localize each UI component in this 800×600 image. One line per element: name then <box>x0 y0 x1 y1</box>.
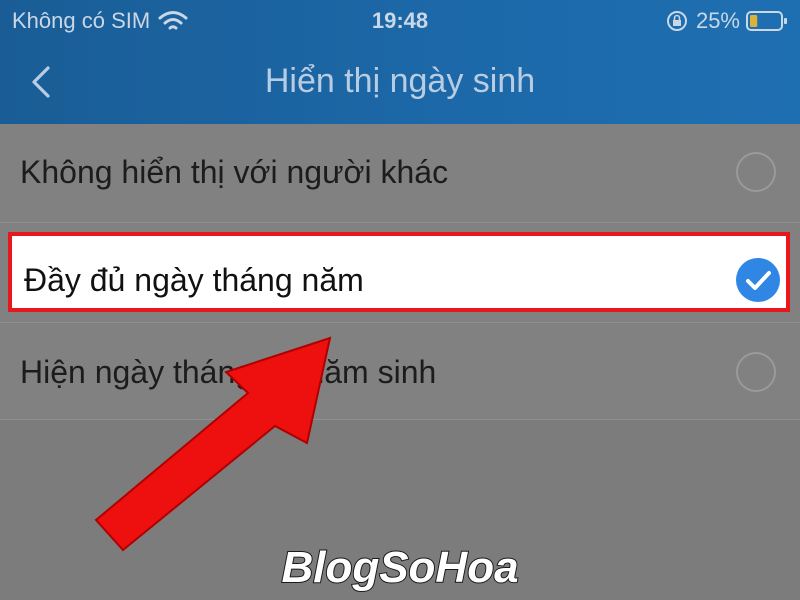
option-label: Đầy đủ ngày tháng năm <box>24 262 364 298</box>
option-full-date[interactable]: Đầy đủ ngày tháng năm <box>8 232 790 312</box>
divider <box>0 222 800 223</box>
battery-percent: 25% <box>695 8 740 33</box>
radio-unchecked-icon[interactable] <box>736 352 776 392</box>
status-right: 25% <box>666 8 788 34</box>
svg-text:BlogSoHoa: BlogSoHoa <box>281 543 518 592</box>
rotation-lock-icon <box>666 11 687 31</box>
divider <box>0 322 800 323</box>
status-bar: Không có SIM 19:48 25% <box>0 0 800 40</box>
page-title: Hiển thị ngày sinh <box>264 62 536 100</box>
battery-icon <box>746 11 787 31</box>
radio-unchecked-icon[interactable] <box>736 152 776 192</box>
app-header: Không có SIM 19:48 25% Hiển thị ngày sin… <box>0 0 800 124</box>
checkmark-icon[interactable] <box>736 258 780 302</box>
birthday-visibility-options: Không hiển thị với người khác Đầy đủ ngà… <box>0 124 800 420</box>
option-label: Không hiển thị với người khác <box>20 154 449 190</box>
blogsohoa-watermark-logo: BlogSoHoa <box>280 542 519 593</box>
option-hide-birth-year[interactable]: Hiện ngày tháng ẩn năm sinh <box>0 324 800 420</box>
option-hide-from-others[interactable]: Không hiển thị với người khác <box>0 124 800 220</box>
option-label: Hiện ngày tháng ẩn năm sinh <box>20 354 437 390</box>
nav-bar: Hiển thị ngày sinh <box>0 48 800 112</box>
battery-fill <box>750 15 758 27</box>
